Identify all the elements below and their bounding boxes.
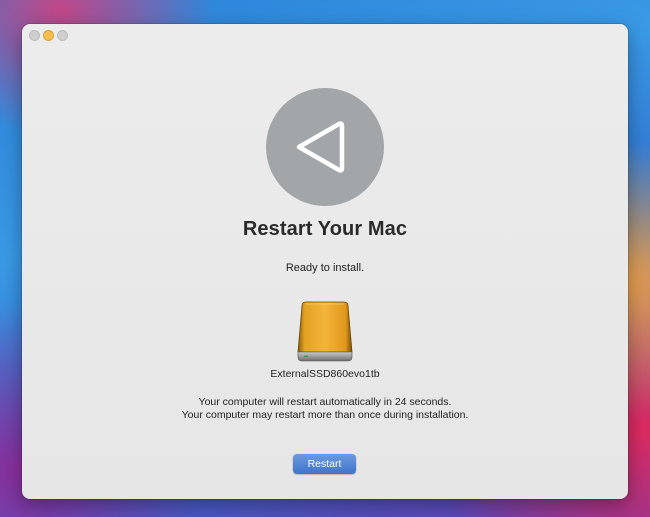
window-zoom-button[interactable] [57,30,68,41]
window-titlebar[interactable] [22,24,628,46]
page-title: Restart Your Mac [242,218,408,240]
external-drive-icon [294,300,356,364]
drive-name-label: ExternalSSD860evo1tb [270,368,380,380]
installer-window: Restart Your Mac Ready to install. Exter… [22,24,628,499]
restart-message: Your computer will restart automatically… [22,396,628,422]
restart-arrow-icon [266,88,384,206]
restart-countdown-text: Your computer will restart automatically… [198,396,452,408]
window-minimize-button[interactable] [43,30,54,41]
status-text: Ready to install. [285,262,365,274]
window-close-button[interactable] [29,30,40,41]
restart-warning-text: Your computer may restart more than once… [181,409,469,421]
restart-button[interactable]: Restart [293,454,356,474]
